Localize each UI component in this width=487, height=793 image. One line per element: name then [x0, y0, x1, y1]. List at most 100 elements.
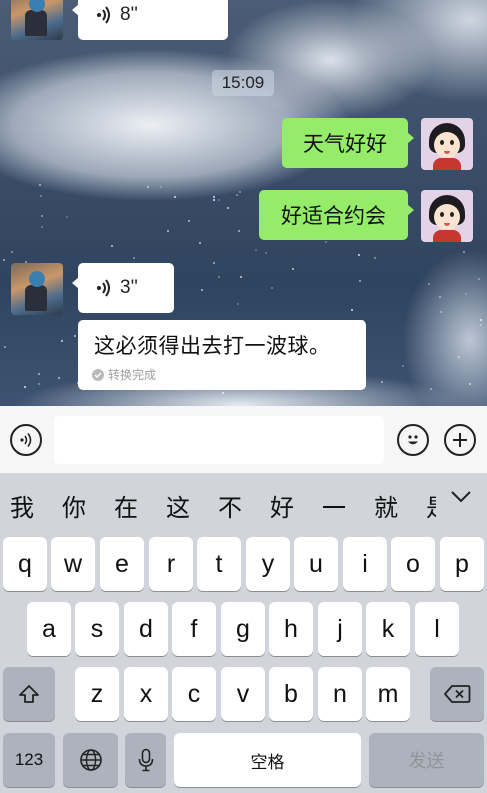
- chat-area[interactable]: 8'' 15:09 天气好好 好适合约会 3'' 这必须得出去打一波球。 转换完…: [0, 0, 487, 406]
- candidate-word[interactable]: 我: [10, 488, 34, 523]
- background-star: [24, 386, 26, 388]
- candidate-word[interactable]: 好: [270, 488, 294, 523]
- key-d[interactable]: d: [124, 602, 168, 656]
- key-i[interactable]: i: [343, 537, 387, 591]
- shift-key[interactable]: [3, 667, 55, 721]
- key-w[interactable]: w: [51, 537, 95, 591]
- voice-mode-icon[interactable]: [10, 424, 42, 456]
- background-star: [480, 324, 482, 326]
- sent-message-bubble[interactable]: 天气好好: [282, 118, 414, 168]
- numbers-key[interactable]: 123: [3, 733, 55, 787]
- key-b[interactable]: b: [269, 667, 313, 721]
- background-star: [358, 254, 360, 256]
- key-z[interactable]: z: [75, 667, 119, 721]
- voice-message-bubble[interactable]: 8'': [72, 0, 228, 40]
- key-v[interactable]: v: [221, 667, 265, 721]
- chevron-down-icon[interactable]: [450, 490, 472, 509]
- background-star: [218, 276, 220, 278]
- microphone-key[interactable]: [125, 733, 166, 787]
- backspace-icon: [444, 685, 471, 703]
- key-y[interactable]: y: [246, 537, 290, 591]
- message-input[interactable]: [54, 416, 384, 464]
- background-star: [58, 377, 60, 379]
- background-star: [174, 196, 176, 198]
- key-r[interactable]: r: [149, 537, 193, 591]
- check-icon: [92, 368, 104, 381]
- background-star: [213, 196, 215, 198]
- globe-key[interactable]: [63, 733, 118, 787]
- keyboard: q w e r t y u i o p a s d f g h j k l z …: [0, 532, 487, 793]
- candidate-word[interactable]: 就: [374, 488, 398, 523]
- candidate-word[interactable]: 这: [166, 488, 190, 523]
- background-star: [480, 319, 482, 321]
- message-input-bar: [0, 406, 487, 474]
- emoji-icon[interactable]: [397, 424, 429, 456]
- candidate-word[interactable]: 不: [218, 488, 242, 523]
- background-star: [236, 194, 238, 196]
- background-star: [440, 311, 442, 313]
- background-star: [66, 216, 68, 218]
- key-m[interactable]: m: [366, 667, 410, 721]
- candidate-word[interactable]: 是: [426, 488, 436, 523]
- key-u[interactable]: u: [294, 537, 338, 591]
- voice-duration: 8'': [120, 4, 138, 25]
- voice-message: 8'': [96, 0, 138, 40]
- background-star: [199, 242, 201, 244]
- background-star: [381, 381, 383, 383]
- my-avatar[interactable]: [421, 118, 473, 170]
- my-avatar[interactable]: [421, 190, 473, 242]
- key-o[interactable]: o: [391, 537, 435, 591]
- background-star: [4, 346, 6, 348]
- key-q[interactable]: q: [3, 537, 47, 591]
- candidate-word[interactable]: 在: [114, 488, 138, 523]
- background-star: [133, 257, 135, 259]
- contact-avatar[interactable]: [11, 263, 63, 315]
- background-star: [351, 309, 353, 311]
- key-k[interactable]: k: [366, 602, 410, 656]
- background-star: [439, 296, 441, 298]
- space-key[interactable]: 空格: [174, 733, 361, 787]
- background-star: [265, 252, 267, 254]
- key-n[interactable]: n: [318, 667, 362, 721]
- key-h[interactable]: h: [269, 602, 313, 656]
- key-a[interactable]: a: [27, 602, 71, 656]
- candidate-word[interactable]: 你: [62, 488, 86, 523]
- background-star: [465, 293, 467, 295]
- key-x[interactable]: x: [124, 667, 168, 721]
- key-p[interactable]: p: [440, 537, 484, 591]
- send-key[interactable]: 发送: [369, 733, 484, 787]
- ime-candidate-bar: 我 你 在 这 不 好 一 就 是: [0, 474, 487, 532]
- background-star: [213, 199, 215, 201]
- voice-transcription-card[interactable]: 这必须得出去打一波球。 转换完成: [78, 320, 366, 390]
- message-text: 天气好好: [303, 133, 387, 156]
- background-star: [463, 251, 465, 253]
- plus-icon[interactable]: [444, 424, 476, 456]
- key-t[interactable]: t: [197, 537, 241, 591]
- key-l[interactable]: l: [415, 602, 459, 656]
- background-star: [213, 262, 215, 264]
- voice-message-bubble[interactable]: 3'': [72, 263, 174, 313]
- background-star: [374, 257, 376, 259]
- sent-message-bubble[interactable]: 好适合约会: [259, 190, 414, 240]
- background-star: [41, 226, 43, 228]
- transcription-text: 这必须得出去打一波球。: [94, 335, 331, 358]
- key-c[interactable]: c: [172, 667, 216, 721]
- transcription-status: 转换完成: [92, 366, 156, 383]
- background-star: [74, 335, 76, 337]
- key-e[interactable]: e: [100, 537, 144, 591]
- background-star: [167, 230, 169, 232]
- background-star: [458, 356, 460, 358]
- candidate-word[interactable]: 一: [322, 488, 346, 523]
- transcription-status-label: 转换完成: [108, 368, 157, 382]
- background-star: [239, 191, 241, 193]
- key-j[interactable]: j: [318, 602, 362, 656]
- background-star: [430, 388, 432, 390]
- background-star: [359, 280, 361, 282]
- key-s[interactable]: s: [75, 602, 119, 656]
- globe-icon: [79, 749, 102, 771]
- voice-wave-icon: [97, 6, 110, 24]
- key-f[interactable]: f: [172, 602, 216, 656]
- key-g[interactable]: g: [221, 602, 265, 656]
- backspace-key[interactable]: [430, 667, 484, 721]
- contact-avatar[interactable]: [11, 0, 63, 40]
